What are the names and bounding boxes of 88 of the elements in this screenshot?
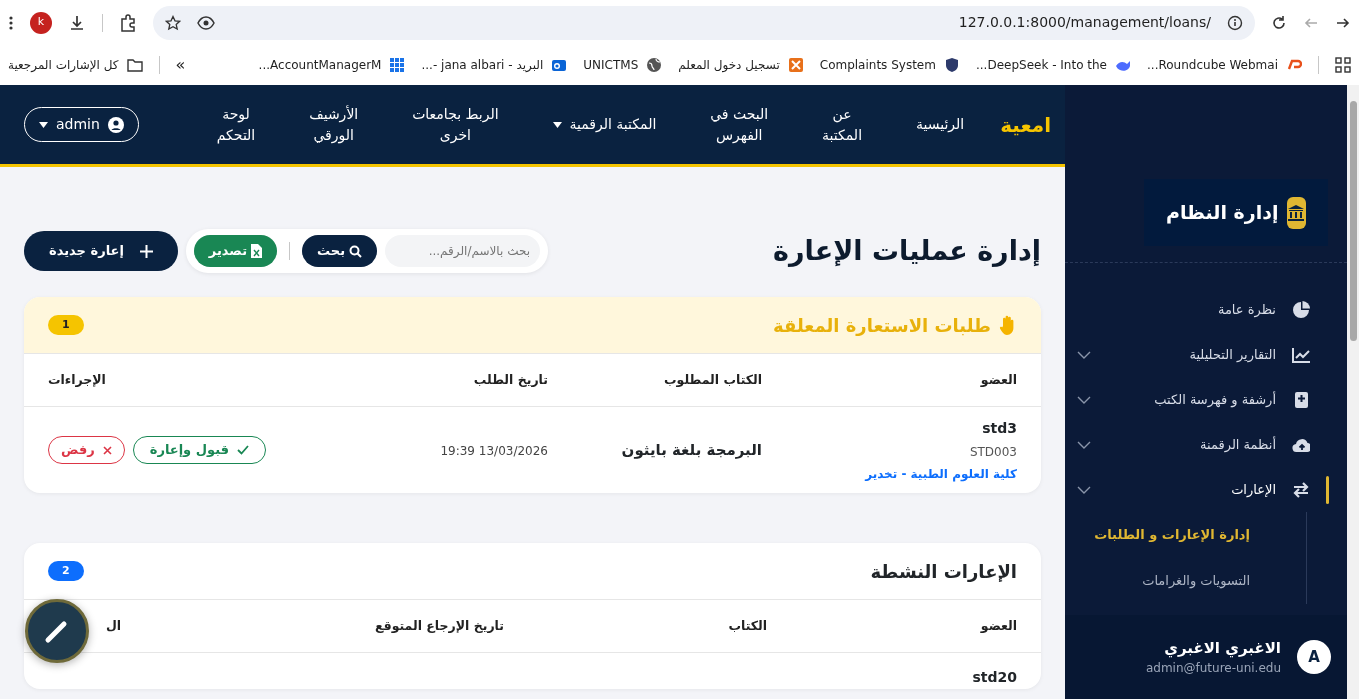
url-text[interactable]: 127.0.0.1:8000/management/loans/ [958,12,1211,33]
bookmark[interactable]: Roundcube Webmai... [1147,56,1302,74]
check-icon [236,445,249,455]
member-name: std3 [982,418,1017,438]
user-email: admin@future-uni.edu [1145,660,1281,678]
nav-link[interactable]: الرئيسية [915,114,965,135]
scrollbar[interactable] [1347,85,1359,699]
line-chart-icon [1292,345,1310,364]
excel-file-icon [251,244,263,258]
user-icon [107,116,124,133]
chevron-down-icon[interactable] [1077,350,1091,359]
shield-icon [943,57,960,73]
bookmark[interactable]: Complaints System [819,56,960,74]
bank-icon [1287,203,1306,222]
user-name: الاغبري الاغبري [1163,637,1281,660]
profile-avatar[interactable]: k [30,11,52,34]
bookmark[interactable]: البريد - jana albari -... [421,56,568,74]
overflow-chevron[interactable]: » [175,53,186,77]
download-icon[interactable] [68,13,86,32]
extensions-icon[interactable] [119,13,137,32]
column-header: العضو [980,617,1017,633]
mail-icon [551,57,568,73]
nav-link[interactable]: الأرشيف الورقي [309,103,359,146]
menu-icon[interactable] [8,14,14,31]
sidebar-item[interactable]: نظرة عامة [1065,287,1347,332]
sidebar-item[interactable]: أرشفة و فهرسة الكتب [1065,377,1347,422]
folder-icon [126,58,143,72]
accept-button[interactable]: قبول وإعارة [132,436,266,464]
nav-link[interactable]: الربط بجامعات اخرى [412,103,499,146]
search-field[interactable]: بحث بالاسم/الرقم... [385,235,541,267]
reload-icon[interactable] [1271,14,1287,31]
search-button[interactable]: بحث [302,235,378,267]
count-badge: 2 [48,560,84,582]
grid-icon [389,57,406,73]
brand-name[interactable]: امعية [1000,109,1051,140]
count-badge: 1 [48,314,84,336]
swap-arrows-icon [1292,480,1310,499]
nav-link[interactable]: البحث في الفهرس [710,103,769,146]
member-id: STD003 [969,443,1017,461]
pie-chart-icon [1292,300,1310,319]
bookmark[interactable]: UNICTMS [583,56,663,74]
submenu-item[interactable]: التسويات والغرامات [1142,571,1250,591]
column-header: تاريخ الطلب [473,371,548,387]
member-name: std20 [972,669,1017,685]
column-header: الكتاب المطلوب [664,371,762,387]
sidebar-item[interactable]: أنظمة الرقمنة [1065,422,1347,467]
column-header: العضو [980,371,1017,387]
chevron-down-icon[interactable] [1077,440,1091,449]
apps-icon[interactable] [1335,57,1351,73]
caret-icon [39,121,48,128]
column-header: ال [106,616,122,635]
x-icon [102,445,112,455]
reject-button[interactable]: رفض [48,436,125,464]
request-date: 13/03/2026 19:39 [440,444,548,458]
globe-icon [646,57,663,73]
submenu-item[interactable]: إدارة الإعارات و الطلبات [1094,525,1250,545]
bookmark[interactable]: تسجيل دخول المعلم [678,56,804,74]
caret-icon [552,121,562,128]
chevron-down-icon[interactable] [1077,485,1091,494]
nav-link[interactable]: عن المكتبة [822,103,863,146]
card-title: الإعارات النشطة [870,559,1017,584]
bookmark[interactable]: DeepSeek - Into the... [975,56,1131,74]
star-icon[interactable] [165,14,181,31]
chevron-down-icon[interactable] [1077,395,1091,404]
book-title: البرمجة بلغة بايثون [621,441,762,459]
all-bookmarks[interactable]: كل الإشارات المرجعية [8,56,143,74]
app-icon [787,57,804,73]
card-title: طلبات الاستعارة المعلقة [773,313,991,338]
nav-link[interactable]: لوحة التحكم [216,103,256,146]
bookmark[interactable]: AccountManagerM... [258,56,406,74]
page-title: إدارة عمليات الإعارة [773,234,1041,268]
new-loan-button[interactable]: إعارة جديدة [24,231,178,271]
active-indicator [1326,475,1329,504]
user-avatar: A [1297,640,1331,674]
eye-icon[interactable] [197,15,215,30]
column-header: الكتاب [728,617,767,633]
plus-icon [139,244,153,258]
book-icon [1292,390,1310,409]
search-icon [349,244,363,258]
sidebar-item[interactable]: التقارير التحليلية [1065,332,1347,377]
column-header: الإجراءات [48,370,106,389]
faculty-link[interactable]: كلية العلوم الطبية - تخدير [865,464,1017,483]
sidebar-item[interactable]: الإعارات [1065,467,1347,512]
nav-link[interactable]: المكتبة الرقمية [552,114,657,135]
export-button[interactable]: تصدير [193,235,278,267]
info-icon[interactable] [1227,14,1243,31]
column-header: تاريخ الإرجاع المتوقع [374,617,504,633]
sidebar-title: إدارة النظام [1166,200,1279,226]
